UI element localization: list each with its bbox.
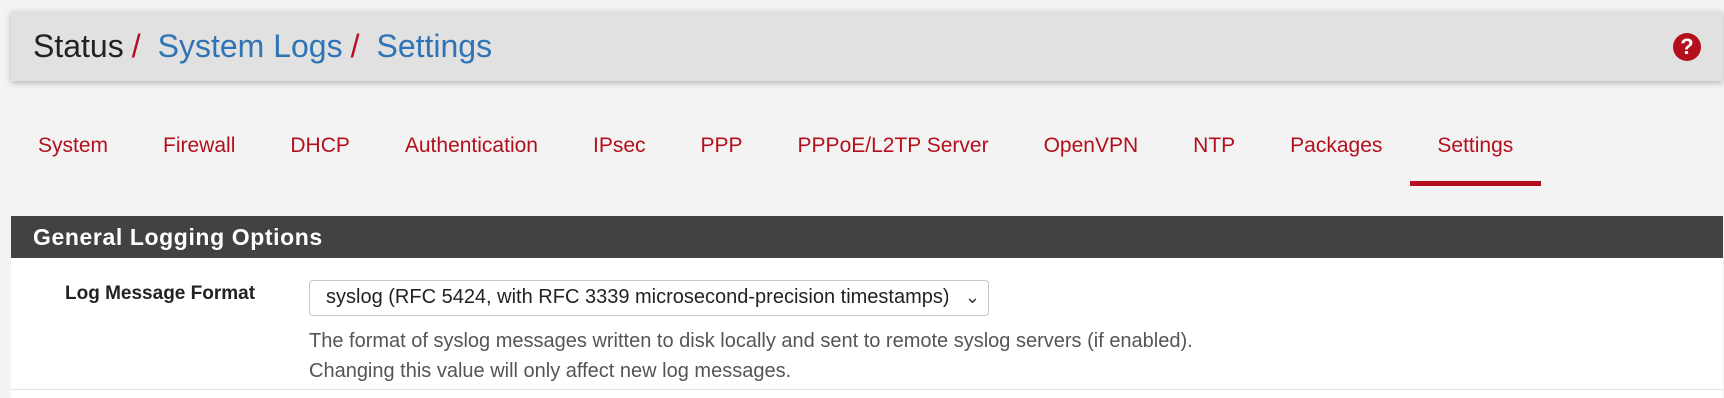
tab-ipsec[interactable]: IPsec — [566, 112, 674, 186]
tab-ntp[interactable]: NTP — [1166, 112, 1263, 186]
tab-packages[interactable]: Packages — [1263, 112, 1410, 186]
chevron-down-icon: ⌄ — [964, 287, 980, 307]
general-logging-panel: General Logging Options Log Message Form… — [11, 216, 1723, 398]
log-tabs: System Firewall DHCP Authentication IPse… — [11, 112, 1542, 186]
tab-ppp[interactable]: PPP — [674, 112, 771, 186]
question-circle-icon[interactable]: ? — [1673, 33, 1701, 61]
log-message-format-select[interactable]: syslog (RFC 5424, with RFC 3339 microsec… — [309, 280, 989, 316]
log-message-format-row: Log Message Format syslog (RFC 5424, wit… — [11, 258, 1723, 390]
tab-openvpn[interactable]: OpenVPN — [1017, 112, 1167, 186]
breadcrumb-separator: / — [350, 27, 360, 64]
breadcrumb: Status / System Logs / Settings ? — [11, 11, 1723, 81]
panel-heading: General Logging Options — [11, 216, 1723, 258]
select-value: syslog (RFC 5424, with RFC 3339 microsec… — [326, 286, 948, 308]
help-text-line: Changing this value will only affect new… — [309, 360, 792, 382]
tab-system[interactable]: System — [11, 112, 136, 186]
help-text: The format of syslog messages written to… — [309, 326, 1193, 386]
breadcrumb-system-logs[interactable]: System Logs — [158, 28, 343, 65]
tab-firewall[interactable]: Firewall — [136, 112, 263, 186]
breadcrumb-separator: / — [131, 27, 141, 64]
tab-settings[interactable]: Settings — [1410, 112, 1542, 186]
tab-dhcp[interactable]: DHCP — [263, 112, 378, 186]
help-text-line: The format of syslog messages written to… — [309, 330, 1193, 352]
log-message-format-label: Log Message Format — [65, 283, 256, 304]
tab-authentication[interactable]: Authentication — [378, 112, 566, 186]
breadcrumb-settings[interactable]: Settings — [376, 28, 492, 65]
breadcrumb-root: Status — [33, 27, 124, 64]
tab-pppoe-l2tp-server[interactable]: PPPoE/L2TP Server — [771, 112, 1017, 186]
